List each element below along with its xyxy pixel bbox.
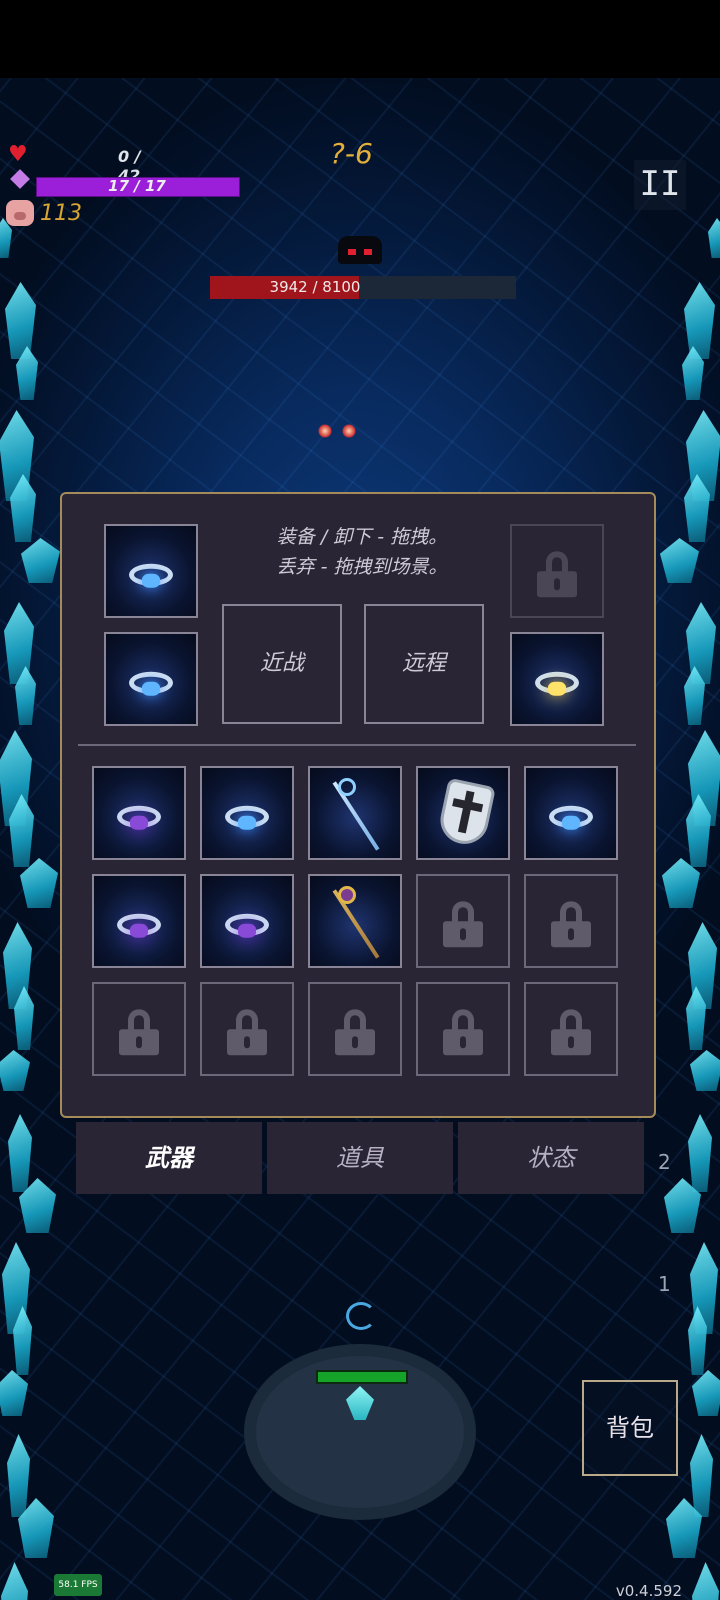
inventory-slot[interactable] <box>92 766 186 860</box>
locked-slot <box>524 982 618 1076</box>
locked-slot <box>416 982 510 1076</box>
locked-slot <box>308 982 402 1076</box>
crystal-shard <box>7 1434 30 1517</box>
locked-slot <box>524 874 618 968</box>
crystal-shard <box>8 1114 32 1192</box>
tab-items[interactable]: 道具 <box>267 1122 453 1194</box>
ring-yellow-icon <box>535 668 579 696</box>
equipped-ring-slot-1[interactable] <box>104 524 198 618</box>
mp-value: 17 / 17 <box>108 177 166 195</box>
inventory-slot[interactable] <box>524 766 618 860</box>
mp-row <box>8 169 32 189</box>
crystal-shard <box>1 1562 28 1600</box>
crystal-shard <box>692 1370 720 1416</box>
ring-blue-icon <box>129 560 173 588</box>
inventory-slot[interactable] <box>200 874 294 968</box>
bag-button[interactable]: 背包 <box>582 1380 678 1476</box>
inventory-slot[interactable] <box>308 766 402 860</box>
panel-divider <box>78 744 636 746</box>
locked-slot <box>200 982 294 1076</box>
crystal-shard <box>692 1562 719 1600</box>
locked-slot <box>416 874 510 968</box>
melee-slot[interactable]: 近战 <box>222 604 342 724</box>
tab-status[interactable]: 状态 <box>458 1122 644 1194</box>
lock-icon <box>443 1009 483 1056</box>
hp-row: ♥ <box>8 144 32 166</box>
crystal-shard <box>684 282 715 359</box>
boss-hp-bar: 3942 / 8100 <box>210 276 516 299</box>
inventory-panel: 装备 / 卸下 - 拖拽。 丢弃 - 拖拽到场景。 近战 远程 <box>60 492 656 1118</box>
portal-swirl-icon <box>346 1302 376 1330</box>
crystal-shard <box>0 1050 30 1091</box>
crystal-wall-right <box>650 78 720 1600</box>
crystal-shard <box>686 602 716 684</box>
version-label: v0.4.592 <box>615 1582 682 1600</box>
lock-icon <box>551 901 591 948</box>
ranged-slot[interactable]: 远程 <box>364 604 484 724</box>
tab-weapons[interactable]: 武器 <box>76 1122 262 1194</box>
ring-blue-cross-icon <box>129 668 173 696</box>
crystal-shard <box>690 1050 720 1091</box>
crystal-shard <box>5 282 36 359</box>
coin-row: 113 <box>6 200 82 226</box>
side-count-bottom: 1 <box>658 1272 671 1296</box>
lock-icon <box>537 551 577 598</box>
locked-slot <box>92 982 186 1076</box>
equipped-locked-slot <box>510 524 604 618</box>
inventory-slot[interactable] <box>200 766 294 860</box>
ring-purple-icon <box>117 910 161 938</box>
pig-coin-icon <box>6 200 34 226</box>
side-count-top: 2 <box>658 1150 671 1174</box>
lock-icon <box>551 1009 591 1056</box>
player-hp-bar <box>316 1370 408 1384</box>
boss-hp-text: 3942 / 8100 <box>269 278 361 296</box>
hint-equip: 装备 / 卸下 - 拖拽。 <box>276 526 448 548</box>
coin-count: 113 <box>40 200 82 226</box>
fps-counter: 58.1 FPS <box>54 1574 102 1596</box>
enemy-eyes-icon <box>318 424 368 440</box>
ring-blue-cross-icon <box>549 802 593 830</box>
ring-purple-icon <box>225 910 269 938</box>
crystal-shard <box>708 218 720 258</box>
mana-diamond-icon <box>10 169 30 189</box>
inventory-slot[interactable] <box>416 766 510 860</box>
lock-icon <box>443 901 483 948</box>
shield-icon <box>436 777 496 849</box>
equipped-ring-slot-2[interactable] <box>104 632 198 726</box>
inventory-slot[interactable] <box>92 874 186 968</box>
crystal-shard <box>0 1370 28 1416</box>
hint-discard: 丢弃 - 拖拽到场景。 <box>276 556 448 578</box>
equipped-ring-slot-3[interactable] <box>510 632 604 726</box>
level-indicator: ?-6 <box>330 137 373 170</box>
crystal-shard <box>4 602 34 684</box>
lock-icon <box>335 1009 375 1056</box>
ring-blue-icon <box>225 802 269 830</box>
inventory-slot[interactable] <box>308 874 402 968</box>
inventory-tabs: 武器 道具 状态 <box>76 1122 644 1194</box>
ring-purple-icon <box>117 802 161 830</box>
lock-icon <box>227 1009 267 1056</box>
boss-icon <box>338 236 382 264</box>
lock-icon <box>119 1009 159 1056</box>
pause-button[interactable]: II <box>634 160 686 210</box>
crystal-shard <box>688 1114 712 1192</box>
crystal-shard <box>21 538 60 583</box>
crystal-shard <box>690 1434 713 1517</box>
crystal-shard <box>660 538 699 583</box>
heart-icon: ♥ <box>8 142 28 167</box>
